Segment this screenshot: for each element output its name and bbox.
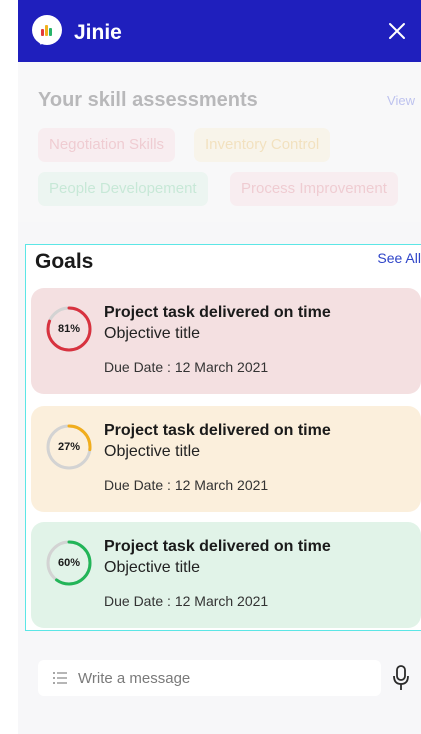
goal-title: Project task delivered on time [104,304,331,321]
due-date: Due Date : 12 March 2021 [104,477,269,493]
goal-title: Project task delivered on time [104,422,331,439]
progress-ring: 81% [45,305,93,353]
jinie-logo-icon [32,15,62,45]
progress-percent: 81% [57,323,81,335]
close-icon[interactable] [385,19,409,43]
microphone-icon[interactable] [391,664,411,692]
goal-card[interactable]: 60% Project task delivered on time Objec… [31,522,421,628]
goal-title: Project task delivered on time [104,538,331,555]
skill-chip-process[interactable]: Process Improvement [230,172,398,206]
message-composer [38,660,381,696]
due-date: Due Date : 12 March 2021 [104,593,269,609]
app-title: Jinie [74,21,122,44]
objective-title: Objective title [104,443,201,460]
view-link[interactable]: View [387,93,415,108]
goal-card[interactable]: 27% Project task delivered on time Objec… [31,406,421,512]
skill-chip-people[interactable]: People Developement [38,172,208,206]
objective-title: Objective title [104,325,201,342]
message-input[interactable] [78,660,368,696]
progress-percent: 27% [57,441,81,453]
skill-assessments-section: Your skill assessments View Negotiation … [18,62,421,222]
skill-chip-inventory[interactable]: Inventory Control [194,128,331,162]
goals-title: Goals [35,250,94,273]
goal-card[interactable]: 81% Project task delivered on time Objec… [31,288,421,394]
goals-section: Goals See All 81% Project task delivered… [25,244,421,631]
chat-panel: Jinie Your skill assessments View Negoti… [18,0,421,734]
progress-ring: 60% [45,539,93,587]
objective-title: Objective title [104,559,201,576]
list-icon [52,670,68,686]
see-all-link[interactable]: See All [377,250,421,266]
progress-ring: 27% [45,423,93,471]
skill-chip-negotiation[interactable]: Negotiation Skills [38,128,176,162]
skill-assessments-title: Your skill assessments [38,89,258,111]
app-header: Jinie [18,0,421,62]
due-date: Due Date : 12 March 2021 [104,359,269,375]
progress-percent: 60% [57,557,81,569]
